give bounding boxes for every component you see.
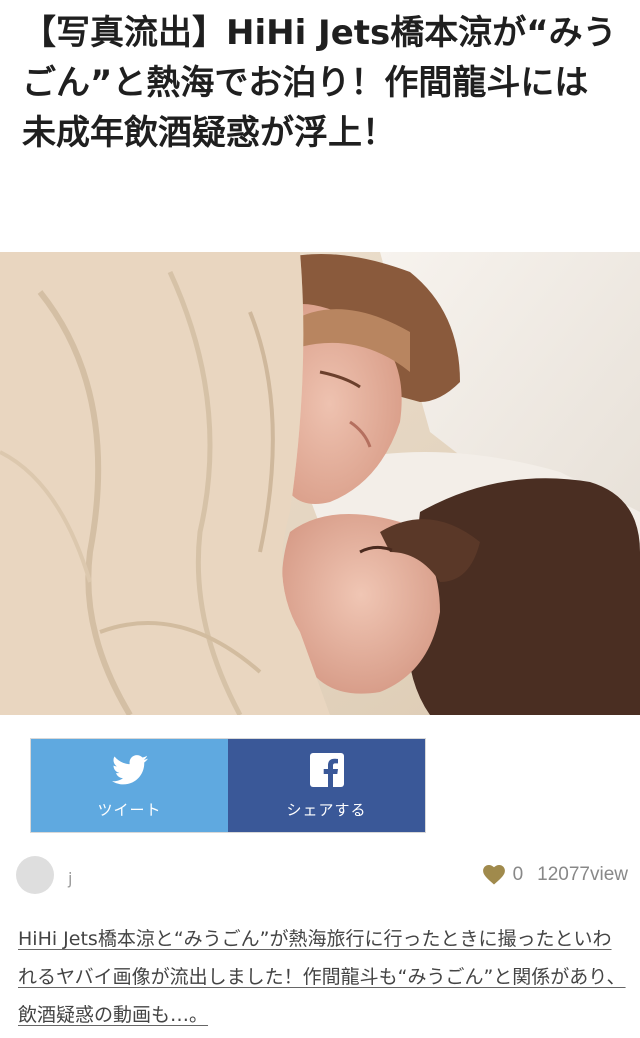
- article-photo: [0, 252, 640, 715]
- author-name[interactable]: j: [68, 869, 72, 888]
- article-meta: j 0 12077view: [16, 855, 628, 895]
- facebook-share-button[interactable]: シェアする: [228, 739, 425, 832]
- tweet-button[interactable]: ツイート: [31, 739, 228, 832]
- tweet-button-label: ツイート: [97, 801, 162, 819]
- avatar[interactable]: [16, 856, 54, 894]
- share-bar: ツイート シェアする: [30, 738, 426, 833]
- like-count: 0: [512, 864, 524, 885]
- article-stats: 0 12077view: [482, 864, 628, 886]
- article-excerpt-link[interactable]: HiHi Jets橋本涼と“みうごん”が熱海旅行に行ったときに撮ったといわれるヤ…: [18, 920, 626, 1034]
- twitter-bird-icon: [111, 751, 149, 789]
- heart-icon[interactable]: [482, 865, 505, 885]
- facebook-share-label: シェアする: [286, 801, 367, 819]
- article-headline: 【写真流出】HiHi Jets橋本涼が“みうごん”と熱海でお泊り！作間龍斗には未…: [22, 13, 617, 153]
- view-count: 12077view: [537, 864, 628, 885]
- facebook-f-icon: [308, 751, 346, 789]
